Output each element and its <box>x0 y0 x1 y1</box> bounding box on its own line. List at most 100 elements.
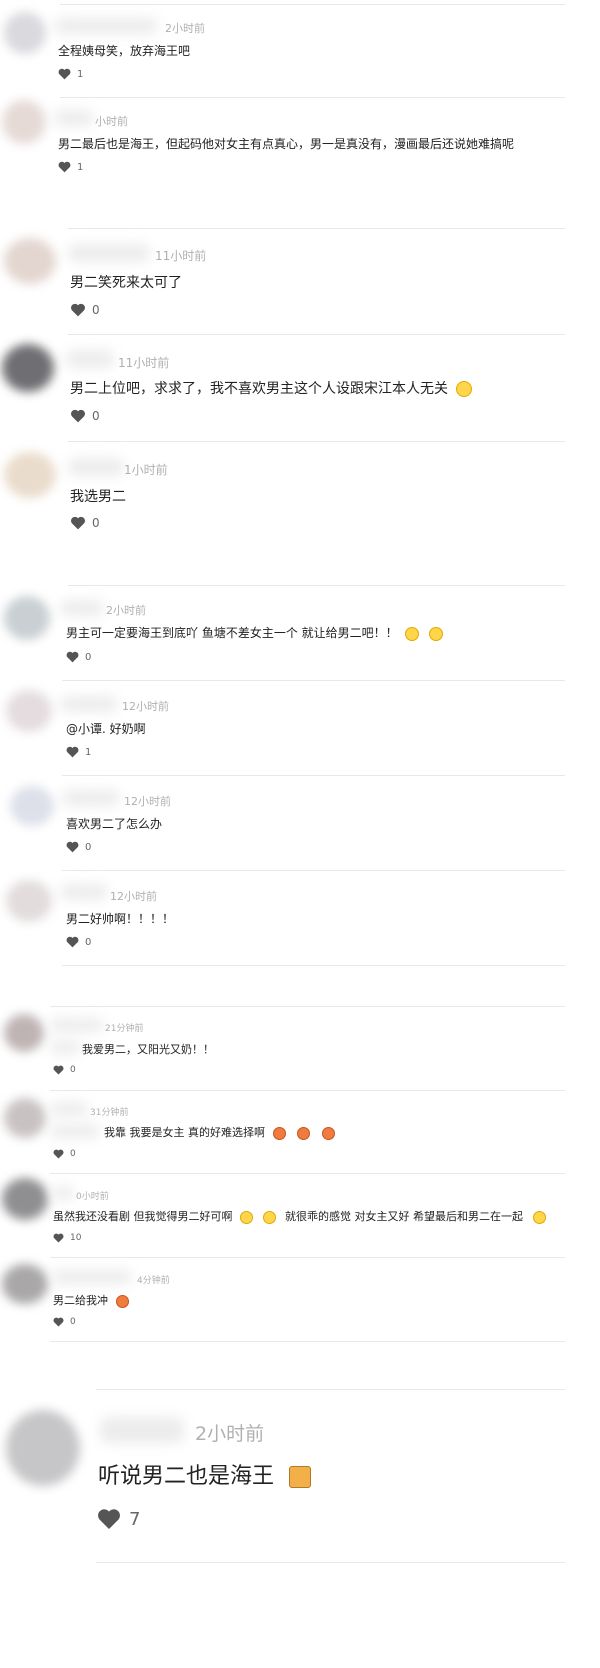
timestamp: 31分钟前 <box>90 1108 129 1118</box>
avatar[interactable] <box>4 12 46 54</box>
like-button[interactable]: 7 <box>97 1508 140 1530</box>
like-count: 0 <box>92 409 100 423</box>
heart-eyes-cat-emoji <box>115 1294 129 1308</box>
like-button[interactable]: 0 <box>66 651 91 663</box>
username-blurred <box>54 110 94 126</box>
like-button[interactable]: 0 <box>70 409 100 423</box>
like-button[interactable]: 0 <box>53 1317 76 1327</box>
heart-icon <box>71 409 85 423</box>
thinking-face-emoji <box>429 626 444 641</box>
heart-icon <box>53 1317 64 1327</box>
heart-icon <box>66 936 79 948</box>
heart-icon <box>71 516 85 530</box>
like-button[interactable]: 0 <box>53 1065 76 1075</box>
heart-icon <box>58 68 71 80</box>
thinking-face-emoji <box>240 1210 253 1224</box>
comment-text: 全程姨母笑，放弃海王吧 <box>58 44 191 58</box>
divider <box>62 680 565 681</box>
username-blurred <box>54 18 158 34</box>
timestamp: 2小时前 <box>106 604 146 617</box>
like-count: 0 <box>85 841 92 853</box>
like-button[interactable]: 0 <box>70 516 100 530</box>
avatar[interactable] <box>6 880 52 922</box>
comment-text: 喜欢男二了怎么办 <box>66 817 163 831</box>
heart-icon <box>53 1149 64 1159</box>
divider <box>60 97 565 98</box>
thinking-face-emoji <box>456 381 473 397</box>
like-count: 0 <box>70 1149 76 1159</box>
username-blurred <box>60 696 118 712</box>
heart-icon <box>66 841 79 853</box>
heart-icon <box>58 161 71 173</box>
avatar[interactable] <box>4 452 56 498</box>
avatar[interactable] <box>6 1410 80 1486</box>
like-count: 0 <box>70 1065 76 1075</box>
like-button[interactable]: 10 <box>53 1233 81 1243</box>
cat-sticker-emoji <box>289 1466 312 1488</box>
username-blurred <box>68 458 124 476</box>
username-blurred <box>50 1124 100 1138</box>
like-button[interactable]: 1 <box>66 746 91 758</box>
heart-icon <box>53 1233 64 1243</box>
timestamp: 12小时前 <box>122 700 169 713</box>
avatar[interactable] <box>2 100 46 144</box>
heart-eyes-cat-emoji <box>321 1126 335 1140</box>
like-count: 10 <box>70 1233 82 1243</box>
like-count: 0 <box>92 303 100 317</box>
comment-text: @小谭. 好奶啊 <box>66 722 146 736</box>
like-button[interactable]: 0 <box>66 936 91 948</box>
like-button[interactable]: 0 <box>66 841 91 853</box>
comment-text-content: 男主可一定要海王到底吖 鱼塘不差女主一个 就让给男二吧！！ <box>66 626 398 640</box>
avatar[interactable] <box>6 690 52 732</box>
like-count: 0 <box>85 936 92 948</box>
avatar[interactable] <box>4 596 50 640</box>
comment-text: 我靠 我要是女主 真的好难选择啊 <box>104 1124 335 1140</box>
timestamp: 2小时前 <box>195 1423 265 1445</box>
heart-eyes-cat-emoji <box>297 1126 310 1140</box>
like-count: 1 <box>85 746 92 758</box>
divider <box>68 228 565 229</box>
timestamp: 11小时前 <box>118 356 170 370</box>
divider <box>96 1562 565 1563</box>
comment-text: 听说男二也是海王 <box>98 1458 312 1490</box>
divider <box>60 4 565 5</box>
timestamp: 小时前 <box>95 115 128 128</box>
avatar[interactable] <box>4 1098 46 1138</box>
username-blurred <box>66 350 114 368</box>
like-count: 7 <box>129 1508 141 1530</box>
like-button[interactable]: 0 <box>70 303 100 317</box>
divider <box>68 334 565 335</box>
avatar[interactable] <box>10 786 54 826</box>
username-blurred <box>68 244 150 262</box>
divider <box>50 1090 565 1091</box>
divider <box>96 1389 565 1390</box>
comment-text-content: 就很乖的感觉 对女主又好 希望最后和男二在一起 <box>285 1210 523 1223</box>
avatar[interactable] <box>2 1264 48 1304</box>
heart-icon <box>53 1065 64 1075</box>
heart-icon <box>66 746 79 758</box>
avatar[interactable] <box>2 1178 48 1220</box>
like-count: 0 <box>70 1317 76 1327</box>
like-button[interactable]: 1 <box>58 161 83 173</box>
thinking-face-emoji <box>405 626 420 641</box>
comment-text: 我选男二 <box>70 489 126 505</box>
timestamp: 11小时前 <box>155 249 207 263</box>
divider <box>62 870 565 871</box>
divider <box>50 1006 565 1007</box>
like-button[interactable]: 0 <box>53 1149 76 1159</box>
avatar[interactable] <box>4 1014 44 1052</box>
comment-text-content: 虽然我还没看剧 但我觉得男二好可啊 <box>53 1210 233 1223</box>
comment-text: 男二笑死来太可了 <box>70 275 182 291</box>
username-blurred <box>52 1270 132 1284</box>
username-blurred <box>50 1018 104 1032</box>
comment-text-content: 男二上位吧，求求了，我不喜欢男主这个人设跟宋江本人无关 <box>70 381 448 397</box>
username-blurred <box>50 1102 88 1116</box>
comment-text: 男二上位吧，求求了，我不喜欢男主这个人设跟宋江本人无关 <box>70 378 473 398</box>
avatar[interactable] <box>2 344 54 392</box>
like-button[interactable]: 1 <box>58 68 83 80</box>
heart-icon <box>66 651 79 663</box>
heart-icon <box>71 303 85 317</box>
like-count: 1 <box>77 68 84 80</box>
divider <box>50 1341 565 1342</box>
avatar[interactable] <box>4 238 56 284</box>
